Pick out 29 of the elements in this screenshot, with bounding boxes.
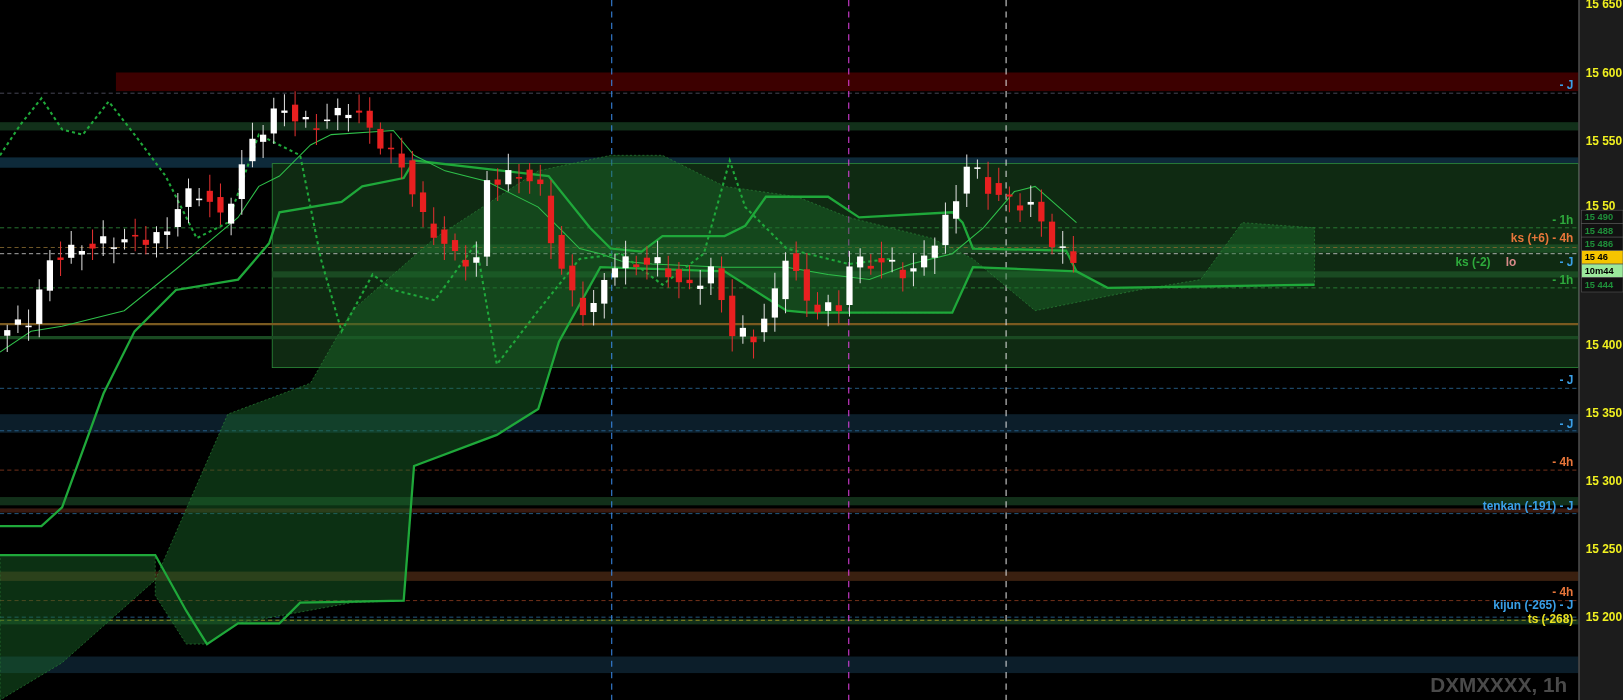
level-label: ks (-2) xyxy=(1455,255,1491,270)
level-label: - J xyxy=(1559,255,1574,270)
level-label: - 4h xyxy=(1552,585,1574,600)
level-label: - J xyxy=(1559,416,1574,431)
level-label: ks (+6) - 4h xyxy=(1510,231,1574,246)
price-tag: 15 46 xyxy=(1581,250,1623,265)
price-tag: 15 444 xyxy=(1581,277,1623,293)
axis-tick-label: 15 550 xyxy=(1585,133,1623,148)
level-label: ts (-268) xyxy=(1527,612,1574,627)
symbol-label: DXMXXXX, 1h xyxy=(1430,672,1568,696)
axis-tick-label: 15 400 xyxy=(1585,337,1623,352)
axis-tick-label: 15 250 xyxy=(1585,541,1623,556)
level-label: - 1h xyxy=(1552,272,1574,287)
level-label: lo xyxy=(1505,255,1517,270)
axis-tick-label: 15 350 xyxy=(1585,406,1623,421)
level-label: - J xyxy=(1559,373,1574,388)
price-tag: 15 486 xyxy=(1581,236,1623,251)
axis-tick-label: 15 650 xyxy=(1585,0,1623,12)
level-label: kijun (-265) - J xyxy=(1493,597,1574,612)
price-tag: 10m44 xyxy=(1581,263,1623,278)
price-tag: 15 488 xyxy=(1581,223,1623,238)
level-label: - 4h xyxy=(1552,454,1574,469)
axis-tick-label: 15 300 xyxy=(1585,473,1623,488)
level-label: - 1h xyxy=(1552,212,1574,227)
level-label: tenkan (-191) - J xyxy=(1482,499,1574,514)
axis-tick-label: 15 600 xyxy=(1585,65,1623,80)
level-label: - J xyxy=(1559,78,1574,93)
price-tag: 15 490 xyxy=(1581,209,1623,224)
axis-tick-label: 15 200 xyxy=(1585,610,1623,625)
